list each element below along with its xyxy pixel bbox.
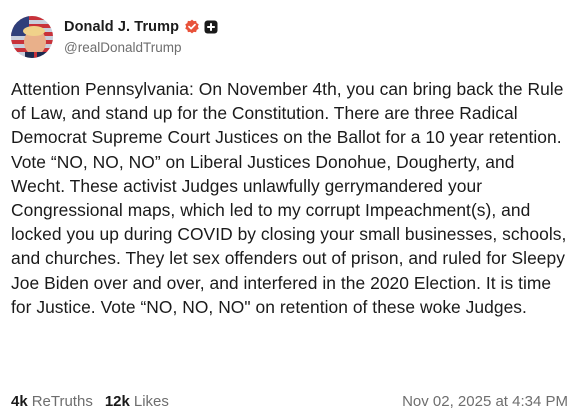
user-handle[interactable]: @realDonaldTrump bbox=[64, 40, 218, 55]
retruths-count: 4k bbox=[11, 393, 28, 410]
verified-check-icon bbox=[184, 19, 200, 35]
likes-count: 12k bbox=[104, 393, 130, 410]
plus-badge-icon bbox=[204, 20, 218, 34]
post-stats: 4k ReTruths 12k Likes bbox=[11, 393, 181, 410]
post-text: Attention Pennsylvania: On November 4th,… bbox=[11, 79, 567, 317]
avatar[interactable] bbox=[11, 16, 53, 58]
post-card: Donald J. Trump @realDonaldTrump Attenti… bbox=[0, 0, 581, 420]
name-row: Donald J. Trump bbox=[64, 17, 218, 37]
likes-label: Likes bbox=[133, 393, 169, 410]
post-timestamp[interactable]: Nov 02, 2025 at 4:34 PM bbox=[402, 393, 568, 410]
display-name[interactable]: Donald J. Trump bbox=[64, 19, 179, 35]
retruths-label: ReTruths bbox=[31, 393, 93, 410]
author-block: Donald J. Trump @realDonaldTrump bbox=[64, 17, 218, 55]
retruths-stat[interactable]: 4k ReTruths bbox=[11, 393, 93, 410]
avatar-image bbox=[11, 16, 53, 58]
likes-stat[interactable]: 12k Likes bbox=[105, 393, 169, 410]
